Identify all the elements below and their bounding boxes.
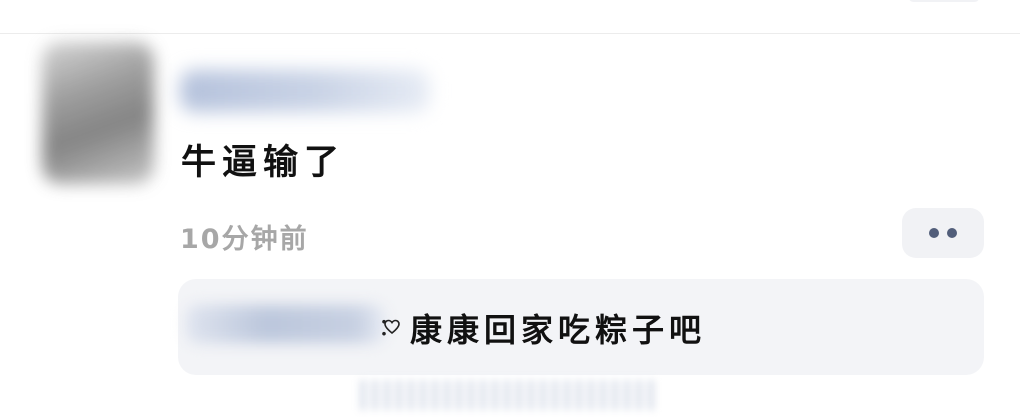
more-options-button[interactable] <box>902 208 984 258</box>
reply-preview[interactable]: ： 康康回家吃粽子吧 <box>178 279 984 375</box>
more-dots-icon <box>925 228 961 238</box>
top-divider <box>0 33 1020 34</box>
previous-more-button[interactable] <box>908 0 980 2</box>
comment-timestamp: 10分钟前 <box>180 224 309 255</box>
username-redacted[interactable] <box>180 70 430 112</box>
expand-replies-redacted[interactable] <box>360 380 660 410</box>
reply-username-redacted[interactable] <box>186 305 386 343</box>
reply-text: 康康回家吃粽子吧 <box>410 311 707 349</box>
heart-icon <box>384 319 400 335</box>
avatar[interactable] <box>42 42 154 184</box>
comment-text: 牛逼输了 <box>181 143 346 183</box>
